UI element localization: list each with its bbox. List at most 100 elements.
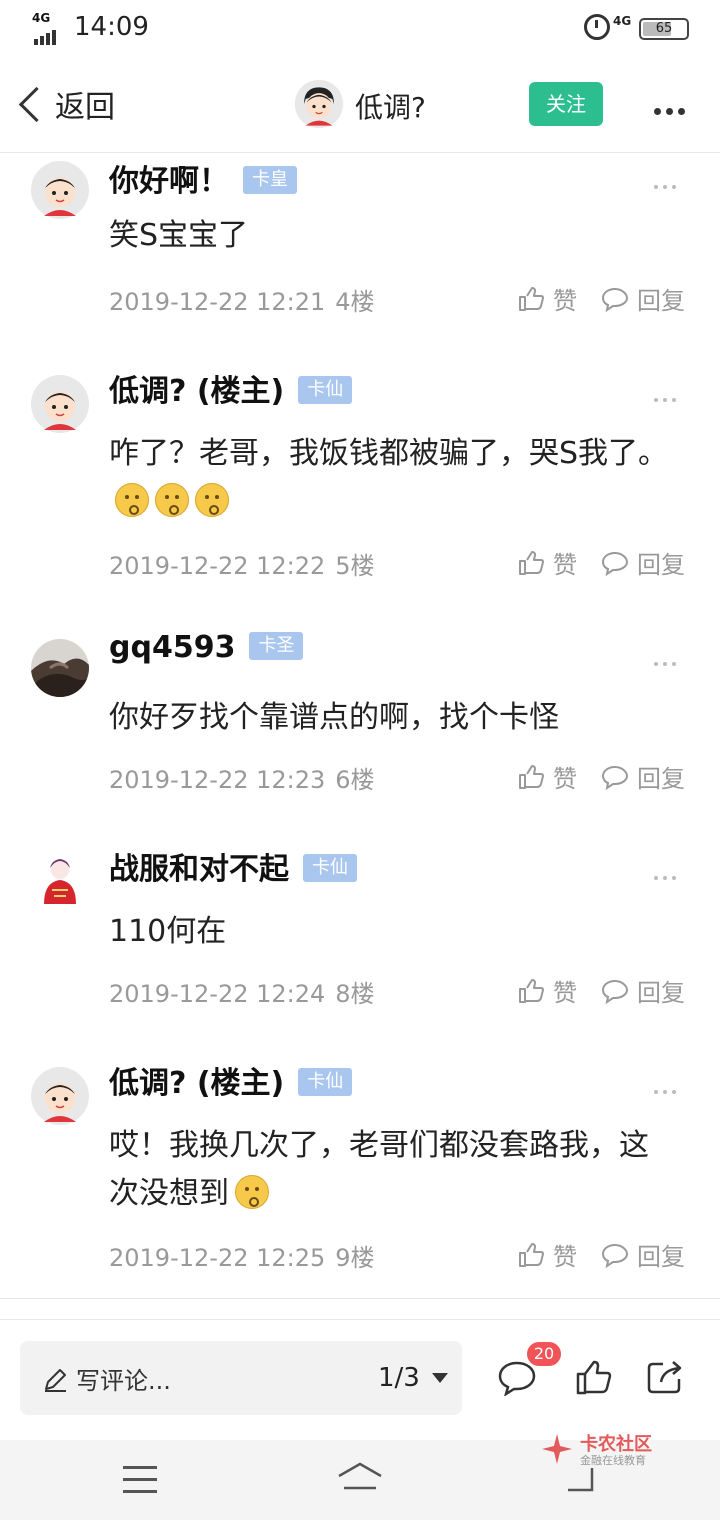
reply-meta: 2019-12-22 12:25 9楼: [109, 1238, 375, 1273]
level-badge: 卡仙: [303, 853, 357, 882]
page-indicator[interactable]: 1/3: [378, 1363, 420, 1393]
post-more-icon[interactable]: [654, 651, 681, 670]
reply-time: 2019-12-22 12:21: [109, 288, 326, 316]
reply-label: 回复: [637, 1243, 685, 1271]
top-nav-bar: 返回 低调? 关注: [0, 56, 720, 153]
page-title: 低调?: [355, 91, 426, 124]
like-label: 赞: [553, 765, 577, 793]
username[interactable]: 低调? (楼主) 卡仙: [109, 366, 353, 410]
reply-item: 低调? (楼主) 卡仙 咋了？老哥，我饭钱都被骗了，哭S我了。 2019-12-2…: [0, 342, 720, 607]
watermark-icon: [542, 1434, 572, 1464]
follow-button[interactable]: 关注: [529, 82, 603, 126]
floor-number: 8楼: [335, 980, 375, 1008]
clock: 14:09: [74, 12, 149, 42]
emoji-icon: [155, 482, 189, 517]
reply-content: 笑S宝宝了: [109, 218, 249, 253]
username[interactable]: 战服和对不起 卡仙: [109, 844, 357, 888]
post-more-icon[interactable]: [654, 174, 681, 193]
author-avatar[interactable]: [294, 79, 344, 129]
reply-time: 2019-12-22 12:24: [109, 980, 326, 1008]
emoji-icon: [115, 482, 149, 517]
like-label: 赞: [553, 1243, 577, 1271]
thumb-up-icon: [519, 764, 544, 789]
post-more-icon[interactable]: [654, 865, 681, 884]
reply-button[interactable]: 回复: [601, 545, 685, 580]
thumb-up-icon: [519, 978, 544, 1003]
username[interactable]: 你好啊！ 卡皇: [109, 156, 297, 200]
reply-button[interactable]: 回复: [601, 281, 685, 316]
alarm-icon: [584, 14, 610, 40]
comment-count-badge: 20: [527, 1342, 561, 1366]
reply-label: 回复: [637, 551, 685, 579]
reply-meta: 2019-12-22 12:22 5楼: [109, 546, 375, 581]
username[interactable]: 低调? (楼主) 卡仙: [109, 1058, 353, 1102]
username[interactable]: gq4593 卡圣: [109, 630, 304, 665]
cell-network: 4G: [613, 14, 632, 28]
comment-placeholder: 写评论...: [76, 1367, 171, 1395]
reply-button[interactable]: 回复: [601, 1237, 685, 1272]
reply-item: 你好啊！ 卡皇 笑S宝宝了 2019-12-22 12:21 4楼 赞 回复: [0, 153, 720, 343]
reply-content: 你好歹找个靠谱点的啊，找个卡怪: [109, 700, 559, 735]
floor-number: 5楼: [335, 552, 375, 580]
like-button[interactable]: 赞: [517, 545, 577, 580]
like-button[interactable]: 赞: [517, 759, 577, 794]
status-bar: 4G 14:09 4G 65: [0, 0, 720, 56]
comment-bubble-icon: [601, 979, 629, 1004]
reply-text: 哎！我换几次了，老哥们都没套路我，这次没想到: [109, 1128, 649, 1211]
user-avatar[interactable]: [30, 160, 90, 220]
thumb-up-icon: [519, 550, 544, 575]
user-avatar[interactable]: [30, 374, 90, 434]
comment-bubble-icon: [601, 287, 629, 312]
user-avatar[interactable]: [30, 638, 90, 698]
comment-bubble-icon: [601, 765, 629, 790]
reply-button[interactable]: 回复: [601, 973, 685, 1008]
like-label: 赞: [553, 287, 577, 315]
thumb-up-icon[interactable]: [575, 1358, 613, 1396]
reply-time: 2019-12-22 12:25: [109, 1244, 326, 1272]
user-avatar[interactable]: [30, 1066, 90, 1126]
comments-icon[interactable]: [497, 1360, 537, 1396]
post-more-icon[interactable]: [654, 387, 681, 406]
like-button[interactable]: 赞: [517, 281, 577, 316]
floor-number: 4楼: [335, 288, 375, 316]
post-more-icon[interactable]: [654, 1079, 681, 1098]
back-label: 返回: [55, 90, 115, 125]
floor-number: 6楼: [335, 766, 375, 794]
reply-text: 咋了？老哥，我饭钱都被骗了，哭S我了。: [109, 436, 669, 471]
back-button[interactable]: 返回: [14, 84, 115, 125]
signal-icon: [34, 26, 58, 45]
like-button[interactable]: 赞: [517, 973, 577, 1008]
like-button[interactable]: 赞: [517, 1237, 577, 1272]
like-label: 赞: [553, 551, 577, 579]
level-badge: 卡仙: [298, 375, 353, 404]
reply-button[interactable]: 回复: [601, 759, 685, 794]
home-icon[interactable]: [336, 1460, 384, 1494]
caret-down-icon[interactable]: [432, 1373, 448, 1383]
bottom-action-bar: 写评论... 1/3 20: [0, 1319, 720, 1440]
chevron-left-icon: [18, 86, 55, 122]
reply-content: 哎！我换几次了，老哥们都没套路我，这次没想到: [109, 1122, 669, 1218]
level-badge: 卡圣: [249, 631, 304, 660]
user-avatar[interactable]: [30, 850, 90, 910]
menu-icon[interactable]: [123, 1466, 157, 1502]
reply-meta: 2019-12-22 12:23 6楼: [109, 760, 375, 795]
thumb-up-icon: [519, 1242, 544, 1267]
username-text: 战服和对不起: [109, 852, 289, 887]
comment-input[interactable]: 写评论... 1/3: [20, 1341, 462, 1415]
thumb-up-icon: [519, 286, 544, 311]
reply-list: 你好啊！ 卡皇 笑S宝宝了 2019-12-22 12:21 4楼 赞 回复 低调?…: [0, 153, 720, 1319]
reply-item: 战服和对不起 卡仙 110何在 2019-12-22 12:24 8楼 赞 回复: [0, 820, 720, 1035]
more-icon[interactable]: [654, 100, 690, 119]
comment-bubble-icon: [601, 1243, 629, 1268]
reply-item: gq4593 卡圣 你好歹找个靠谱点的啊，找个卡怪 2019-12-22 12:2…: [0, 606, 720, 821]
username-text: gq4593: [109, 630, 236, 665]
reply-time: 2019-12-22 12:22: [109, 552, 326, 580]
floor-number: 9楼: [335, 1244, 375, 1272]
watermark-logo: 卡农社区 金融在线教育: [538, 1430, 668, 1470]
comment-bubble-icon: [601, 551, 629, 576]
username-text: 你好啊！: [109, 164, 229, 199]
share-icon[interactable]: [645, 1358, 685, 1396]
reply-meta: 2019-12-22 12:21 4楼: [109, 282, 375, 317]
reply-meta: 2019-12-22 12:24 8楼: [109, 974, 375, 1009]
reply-label: 回复: [637, 979, 685, 1007]
